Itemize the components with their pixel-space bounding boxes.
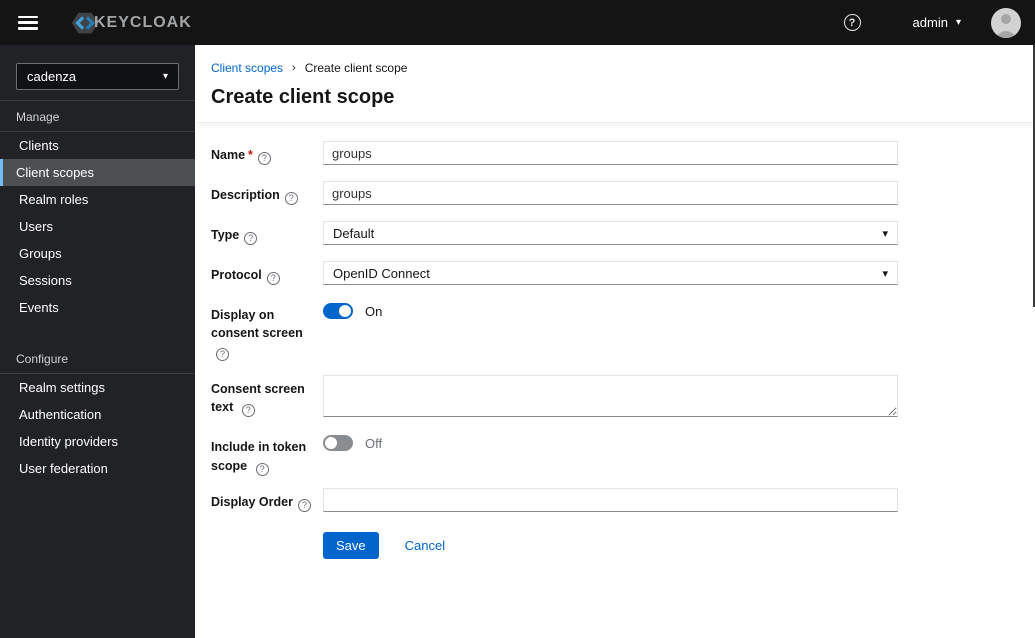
form-actions: Save Cancel bbox=[323, 531, 1019, 559]
description-help-icon[interactable]: ? bbox=[284, 192, 298, 206]
type-label: Type? bbox=[211, 221, 323, 246]
nav-section-manage: Manage bbox=[16, 110, 60, 124]
protocol-select-value: OpenID Connect bbox=[333, 265, 430, 281]
chevron-down-icon: ▾ bbox=[882, 227, 888, 240]
breadcrumb-client-scopes-link[interactable]: Client scopes bbox=[211, 61, 283, 75]
include-in-token-scope-help-icon[interactable]: ? bbox=[255, 462, 269, 476]
realm-selector[interactable]: cadenza ▾ bbox=[16, 63, 179, 90]
sidebar-item-users[interactable]: Users bbox=[0, 213, 195, 240]
display-order-row: Display Order? bbox=[211, 487, 1019, 512]
help-icon[interactable]: ? bbox=[843, 14, 861, 31]
realm-selector-value: cadenza bbox=[27, 69, 77, 84]
include-in-token-scope-row: Include in token scope ? Off bbox=[211, 433, 1019, 476]
protocol-label: Protocol? bbox=[211, 261, 323, 286]
consent-screen-text-label: Consent screen text ? bbox=[211, 375, 323, 418]
create-client-scope-form: Name*? Description? Type? Default ▾ bbox=[195, 123, 1035, 577]
protocol-select[interactable]: OpenID Connect ▾ bbox=[323, 261, 898, 286]
sidebar-item-groups[interactable]: Groups bbox=[0, 240, 195, 267]
save-button[interactable]: Save bbox=[323, 531, 379, 559]
name-label: Name *? bbox=[211, 141, 323, 166]
breadcrumb-current: Create client scope bbox=[304, 61, 408, 75]
chevron-down-icon: ▾ bbox=[162, 71, 168, 82]
sidebar-item-realm-settings[interactable]: Realm settings bbox=[0, 374, 195, 401]
sidebar-item-authentication[interactable]: Authentication bbox=[0, 401, 195, 428]
main-content: Client scopes › Create client scope Crea… bbox=[195, 45, 1035, 638]
top-bar: KEYCLOAK ? admin ▾ bbox=[0, 0, 1035, 45]
consent-screen-text-input[interactable] bbox=[323, 375, 898, 418]
breadcrumb: Client scopes › Create client scope bbox=[211, 61, 1011, 75]
display-order-help-icon[interactable]: ? bbox=[297, 498, 311, 512]
name-input[interactable] bbox=[323, 141, 898, 165]
sidebar-item-sessions[interactable]: Sessions bbox=[0, 267, 195, 294]
chevron-down-icon: ▾ bbox=[955, 17, 961, 28]
brand-name: KEYCLOAK bbox=[94, 13, 192, 31]
required-marker: * bbox=[248, 148, 253, 162]
include-in-token-scope-label: Include in token scope ? bbox=[211, 433, 323, 476]
type-help-icon[interactable]: ? bbox=[244, 232, 258, 246]
type-field-row: Type? Default ▾ bbox=[211, 221, 1019, 246]
display-on-consent-help-icon[interactable]: ? bbox=[216, 348, 229, 362]
toggle-knob bbox=[325, 437, 337, 450]
consent-screen-text-help-icon[interactable]: ? bbox=[241, 404, 255, 418]
sidebar-item-realm-roles[interactable]: Realm roles bbox=[0, 186, 195, 213]
description-input[interactable] bbox=[323, 181, 898, 206]
sidebar-item-clients[interactable]: Clients bbox=[0, 132, 195, 159]
display-order-label: Display Order? bbox=[211, 488, 323, 512]
sidebar-item-client-scopes[interactable]: Client scopes bbox=[0, 159, 195, 186]
keycloak-logo[interactable]: KEYCLOAK bbox=[70, 8, 192, 38]
nav-section-configure: Configure bbox=[16, 352, 69, 366]
type-select-value: Default bbox=[333, 225, 375, 241]
toggle-knob bbox=[339, 305, 351, 318]
sidebar: cadenza ▾ Manage Clients Client scopes R… bbox=[0, 45, 195, 638]
consent-screen-text-row: Consent screen text ? bbox=[211, 375, 1019, 418]
avatar[interactable] bbox=[991, 7, 1021, 38]
description-field-row: Description? bbox=[211, 181, 1019, 206]
user-menu[interactable]: admin ▾ bbox=[913, 15, 961, 30]
cancel-button[interactable]: Cancel bbox=[405, 538, 445, 553]
hamburger-menu-icon[interactable] bbox=[18, 15, 38, 30]
description-label: Description? bbox=[211, 181, 323, 206]
person-icon bbox=[995, 13, 1017, 38]
sidebar-item-user-federation[interactable]: User federation bbox=[0, 455, 195, 482]
display-on-consent-state: On bbox=[365, 303, 383, 319]
page-header: Client scopes › Create client scope Crea… bbox=[195, 45, 1035, 123]
breadcrumb-separator-icon: › bbox=[292, 62, 296, 74]
sidebar-item-identity-providers[interactable]: Identity providers bbox=[0, 428, 195, 455]
protocol-field-row: Protocol? OpenID Connect ▾ bbox=[211, 261, 1019, 286]
sidebar-item-events[interactable]: Events bbox=[0, 294, 195, 321]
name-field-row: Name *? bbox=[211, 141, 1019, 166]
display-on-consent-label: Display on consent screen ? bbox=[211, 301, 323, 362]
display-order-input[interactable] bbox=[323, 487, 898, 512]
type-select[interactable]: Default ▾ bbox=[323, 221, 898, 246]
include-in-token-scope-state: Off bbox=[365, 435, 383, 451]
name-help-icon[interactable]: ? bbox=[257, 152, 271, 166]
protocol-help-icon[interactable]: ? bbox=[266, 272, 280, 286]
display-on-consent-row: Display on consent screen ? On bbox=[211, 301, 1019, 362]
display-on-consent-toggle[interactable] bbox=[323, 303, 353, 320]
page-title: Create client scope bbox=[211, 86, 395, 108]
include-in-token-scope-toggle[interactable] bbox=[323, 435, 353, 452]
chevron-down-icon: ▾ bbox=[882, 267, 888, 280]
username: admin bbox=[912, 15, 948, 30]
